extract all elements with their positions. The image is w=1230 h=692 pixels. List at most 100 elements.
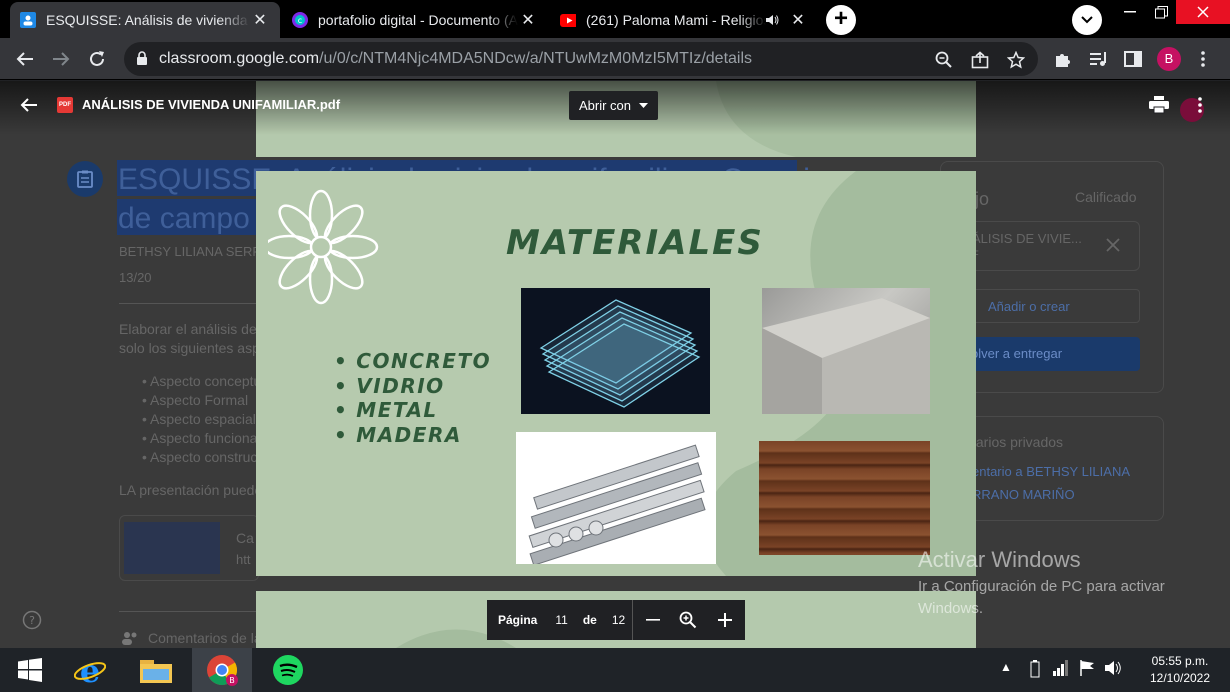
tab-title: (261) Paloma Mami - Religiosa — [586, 12, 766, 28]
windows-logo-icon — [18, 658, 42, 682]
close-viewer-icon[interactable] — [20, 97, 38, 118]
activation-watermark-title: Activar Windows — [918, 547, 1081, 572]
close-tab-icon[interactable]: ✕ — [788, 10, 808, 30]
private-comments-heading: tarios privados — [972, 434, 1064, 450]
open-with-button[interactable]: Abrir con — [569, 91, 659, 120]
chevron-down-icon — [1081, 16, 1093, 24]
volume-icon[interactable] — [1105, 660, 1123, 679]
assignment-title-line2: de campo — [118, 202, 250, 235]
more-menu-icon[interactable] — [1190, 46, 1216, 72]
tab-canva[interactable]: c portafolio digital - Documento (Anónim… — [282, 2, 548, 38]
people-icon — [121, 631, 139, 647]
graded-status: Calificado — [1075, 189, 1137, 205]
materials-list: CONCRETO VIDRIO METAL MADERA — [334, 349, 491, 447]
add-private-comment-link[interactable]: entario a BETHSY LILIANA — [972, 464, 1130, 479]
concrete-block-image — [762, 288, 930, 414]
total-pages: 12 — [611, 613, 626, 627]
lock-icon[interactable] — [136, 51, 148, 71]
dropdown-arrow-icon — [639, 103, 649, 108]
submitted-file-name: ÁLISIS DE VIVIE... — [972, 231, 1082, 246]
spotify-icon[interactable] — [258, 648, 318, 692]
system-clock[interactable]: 05:55 p.m. 12/10/2022 — [1138, 653, 1222, 687]
attachment-url: htt — [236, 552, 251, 567]
glass-sheets-image — [521, 288, 710, 414]
slide-title: MATERIALES — [506, 223, 764, 263]
resubmit-button[interactable]: olver a entregar — [960, 337, 1140, 371]
windows-taskbar: e B ▲ 05:55 p.m. 12/10/2022 — [0, 648, 1230, 692]
tray-overflow-icon[interactable]: ▲ — [1000, 660, 1012, 674]
help-icon[interactable]: ? — [22, 610, 42, 635]
pdf-viewer-header: PDF ANÁLISIS DE VIVIENDA UNIFAMILIAR.pdf… — [0, 81, 1230, 135]
tab-title: portafolio digital - Documento (Anónimo) — [318, 12, 518, 28]
address-bar[interactable]: classroom.google.com/u/0/c/NTM4Njc4MDA5N… — [124, 42, 1038, 76]
extensions-puzzle-icon[interactable] — [1050, 46, 1076, 72]
bookmark-star-icon[interactable] — [1006, 50, 1026, 70]
tab-classroom[interactable]: ESQUISSE: Análisis de vivienda unifamili… — [10, 2, 280, 38]
chrome-taskbar-icon[interactable]: B — [192, 648, 252, 692]
share-icon[interactable] — [970, 50, 990, 70]
media-queue-icon[interactable] — [1086, 46, 1112, 72]
flag-icon[interactable] — [1079, 660, 1095, 679]
clock-date: 12/10/2022 — [1149, 671, 1211, 685]
canva-icon: c — [292, 12, 308, 28]
attachment-thumbnail — [124, 522, 220, 574]
close-tab-icon[interactable]: ✕ — [518, 10, 538, 30]
signal-icon[interactable] — [1053, 660, 1069, 679]
current-page[interactable]: 11 — [555, 613, 567, 627]
flower-icon — [268, 189, 379, 305]
svg-text:?: ? — [29, 614, 35, 627]
pdf-file-name: ANÁLISIS DE VIVIENDA UNIFAMILIAR.pdf — [82, 97, 341, 112]
assignment-grade: 13/20 — [119, 270, 152, 285]
page-content: ESQUISSE: Análisis de vivienda unifamili… — [0, 81, 1230, 648]
remove-file-icon[interactable] — [1106, 238, 1120, 257]
browser-toolbar: classroom.google.com/u/0/c/NTM4Njc4MDA5N… — [0, 38, 1230, 80]
attachment-card[interactable]: Ca htt — [119, 515, 259, 581]
pdf-file-icon: PDF — [57, 97, 73, 113]
print-icon[interactable] — [1149, 96, 1169, 119]
classroom-icon — [20, 12, 36, 28]
tab-youtube[interactable]: (261) Paloma Mami - Religiosa ✕ — [550, 2, 818, 38]
restore-button[interactable] — [1148, 0, 1174, 24]
add-create-button[interactable]: Añadir o crear — [960, 289, 1140, 323]
file-explorer-icon[interactable] — [126, 648, 186, 692]
pdf-page-11: MATERIALES CONCRETO VIDRIO METAL MADERA — [256, 171, 976, 576]
reload-button[interactable] — [84, 46, 110, 72]
assignment-icon — [67, 161, 103, 197]
minimize-button[interactable] — [1117, 0, 1143, 24]
wood-planks-image — [759, 441, 930, 555]
battery-icon[interactable] — [1030, 660, 1040, 681]
zoom-in-icon[interactable] — [715, 610, 735, 630]
aspect-item: • Aspecto conceptual — [142, 373, 273, 389]
page-of-label: de — [582, 613, 597, 627]
profile-avatar[interactable]: B — [1157, 47, 1181, 71]
class-comments-label: Comentarios de la clase — [148, 630, 259, 646]
tab-title: ESQUISSE: Análisis de vivienda unifamili… — [46, 12, 250, 28]
aspect-item: • Aspecto Formal — [142, 392, 249, 408]
svg-text:c: c — [298, 16, 302, 25]
clock-time: 05:55 p.m. — [1151, 654, 1209, 668]
zoom-out-icon[interactable] — [643, 610, 663, 630]
new-tab-button[interactable]: + — [826, 5, 856, 35]
viewer-more-icon[interactable] — [1198, 97, 1202, 118]
tab-search-button[interactable] — [1072, 5, 1102, 35]
speaker-icon[interactable] — [766, 14, 780, 26]
material-item: METAL — [334, 398, 491, 423]
aspect-item: • Aspecto funcional — [142, 430, 261, 446]
zoom-icon[interactable] — [934, 50, 954, 70]
zoom-fit-icon[interactable] — [678, 610, 698, 630]
close-window-button[interactable] — [1176, 0, 1230, 24]
attachment-title: Ca — [236, 530, 254, 546]
your-work-heading: jo — [975, 189, 990, 209]
close-tab-icon[interactable]: ✕ — [250, 10, 270, 30]
class-comments-row[interactable]: Comentarios de la clase — [119, 629, 259, 647]
back-button[interactable] — [12, 46, 38, 72]
side-panel-icon[interactable] — [1120, 46, 1146, 72]
internet-explorer-icon[interactable]: e — [60, 648, 120, 692]
add-private-comment-link-2[interactable]: RRANO MARIÑO — [972, 487, 1075, 502]
tab-strip: ESQUISSE: Análisis de vivienda unifamili… — [0, 0, 1230, 38]
svg-text:e: e — [80, 655, 100, 685]
forward-button[interactable] — [48, 46, 74, 72]
url-text: classroom.google.com/u/0/c/NTM4Njc4MDA5N… — [159, 50, 753, 67]
material-item: MADERA — [334, 423, 491, 448]
start-button[interactable] — [0, 648, 60, 692]
